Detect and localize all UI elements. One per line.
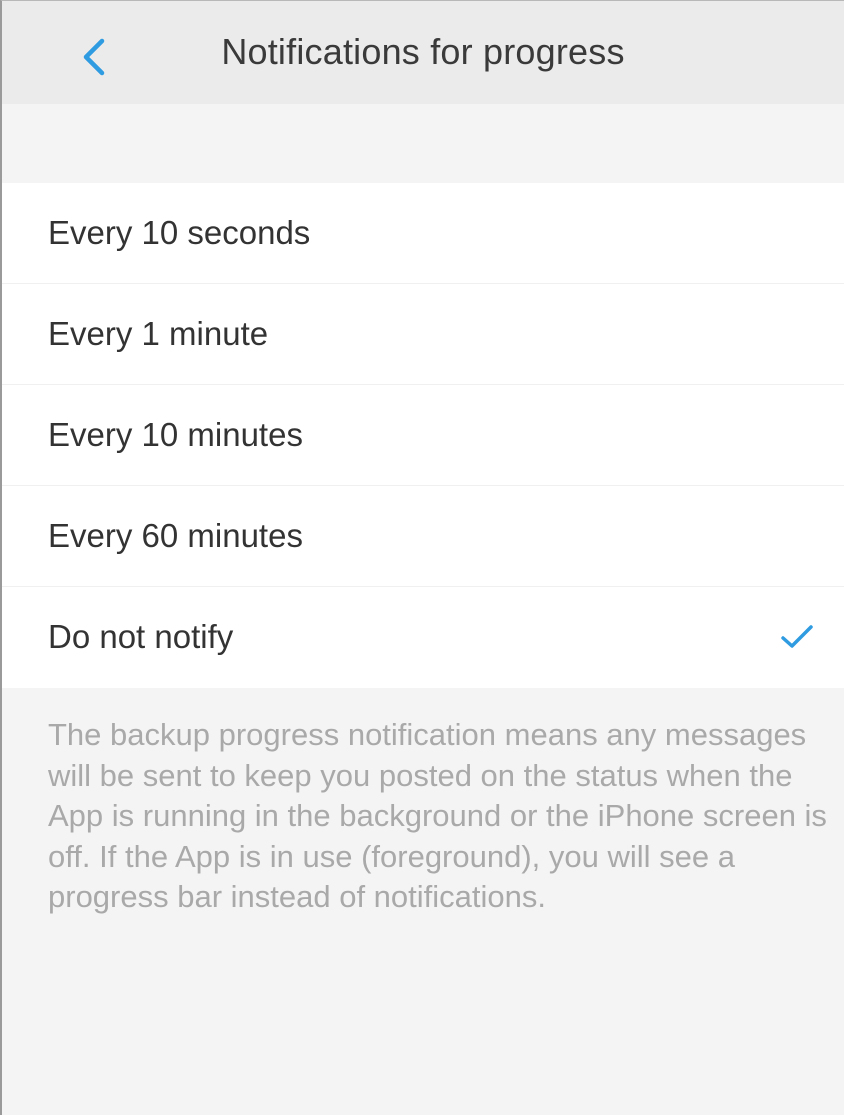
- option-label: Every 1 minute: [48, 315, 269, 352]
- notification-options-list: Every 10 seconds Every 1 minute Every 10…: [2, 183, 844, 688]
- page-title: Notifications for progress: [221, 31, 625, 72]
- option-every-10-minutes[interactable]: Every 10 minutes: [2, 385, 844, 486]
- checkmark-icon: [781, 625, 813, 648]
- navigation-bar: Notifications for progress: [2, 1, 844, 104]
- option-every-10-seconds[interactable]: Every 10 seconds: [2, 183, 844, 284]
- option-every-60-minutes[interactable]: Every 60 minutes: [2, 486, 844, 587]
- option-label: Do not notify: [48, 618, 234, 655]
- option-label: Every 10 minutes: [48, 416, 303, 453]
- notifications-settings-screen: Notifications for progress Every 10 seco…: [0, 0, 844, 1115]
- option-every-1-minute[interactable]: Every 1 minute: [2, 284, 844, 385]
- option-label: Every 60 minutes: [48, 517, 303, 554]
- option-do-not-notify[interactable]: Do not notify: [2, 587, 844, 688]
- option-label: Every 10 seconds: [48, 214, 311, 251]
- footer-explanation-text: The backup progress notification means a…: [48, 717, 827, 914]
